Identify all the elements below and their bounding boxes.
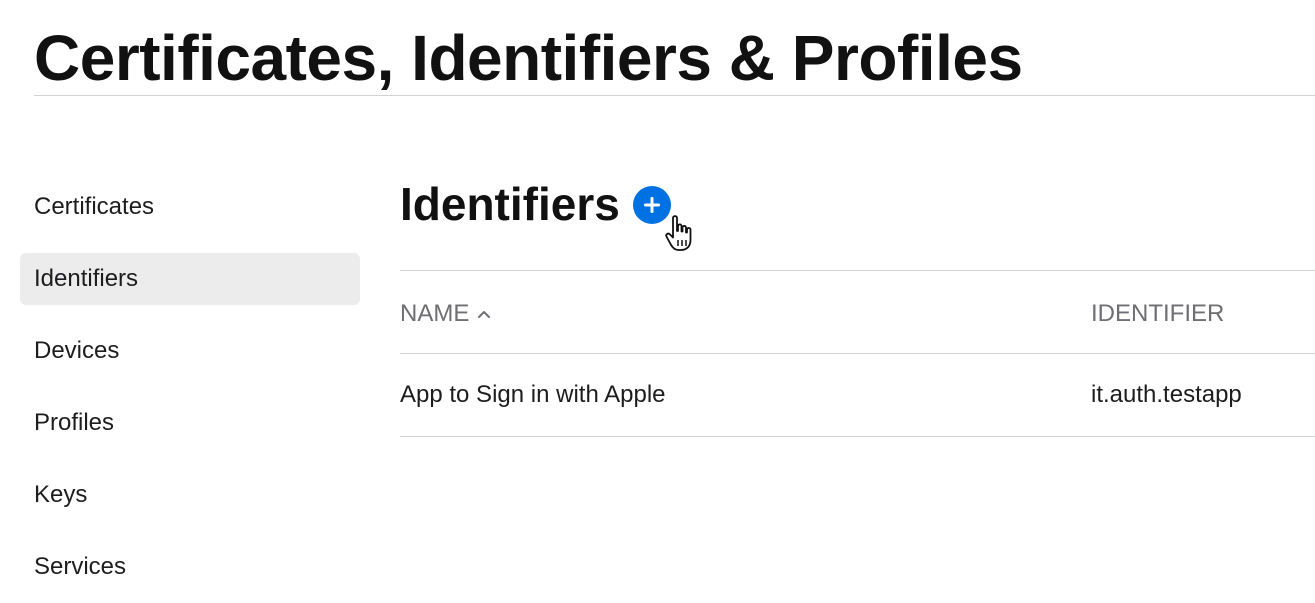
pointing-hand-cursor-icon bbox=[665, 215, 692, 251]
column-header-label: NAME bbox=[400, 300, 470, 327]
table-row[interactable]: App to Sign in with Apple it.auth.testap… bbox=[400, 354, 1315, 436]
sidebar-item-label: Identifiers bbox=[34, 265, 139, 292]
page-title: Certificates, Identifiers & Profiles bbox=[34, 22, 1023, 94]
sidebar-item-label: Certificates bbox=[34, 193, 155, 220]
sidebar-item-label: Services bbox=[34, 553, 127, 580]
table-header-row: NAME IDENTIFIER bbox=[400, 271, 1315, 353]
sidebar-item-label: Keys bbox=[34, 481, 88, 508]
section-header: Identifiers bbox=[400, 170, 1315, 238]
sidebar-item-keys[interactable]: Keys bbox=[20, 469, 360, 521]
section-title: Identifiers bbox=[400, 178, 620, 230]
table-divider bbox=[400, 436, 1315, 437]
sidebar-item-label: Profiles bbox=[34, 409, 115, 436]
sidebar-item-certificates[interactable]: Certificates bbox=[20, 181, 360, 233]
page: Certificates, Identifiers & Profiles Cer… bbox=[0, 0, 1315, 603]
column-header-identifier[interactable]: IDENTIFIER bbox=[1091, 300, 1224, 328]
sidebar-item-label: Devices bbox=[34, 337, 120, 364]
identifier-name-cell: App to Sign in with Apple bbox=[400, 381, 666, 408]
sidebar: Certificates Identifiers Devices Profile… bbox=[20, 181, 360, 603]
plus-circle-icon bbox=[643, 197, 660, 213]
identifier-value-cell: it.auth.testapp bbox=[1091, 381, 1242, 408]
sidebar-item-profiles[interactable]: Profiles bbox=[20, 397, 360, 449]
sidebar-item-devices[interactable]: Devices bbox=[20, 325, 360, 377]
main-content: Identifiers NAME IDENTIFIER App to Sign … bbox=[400, 170, 1315, 437]
sidebar-item-identifiers[interactable]: Identifiers bbox=[20, 253, 360, 305]
identifiers-table: NAME IDENTIFIER App to Sign in with Appl… bbox=[400, 270, 1315, 437]
column-header-name[interactable]: NAME bbox=[400, 300, 491, 328]
title-divider bbox=[34, 95, 1315, 96]
sidebar-item-services[interactable]: Services bbox=[20, 541, 360, 593]
chevron-up-icon bbox=[478, 311, 491, 318]
